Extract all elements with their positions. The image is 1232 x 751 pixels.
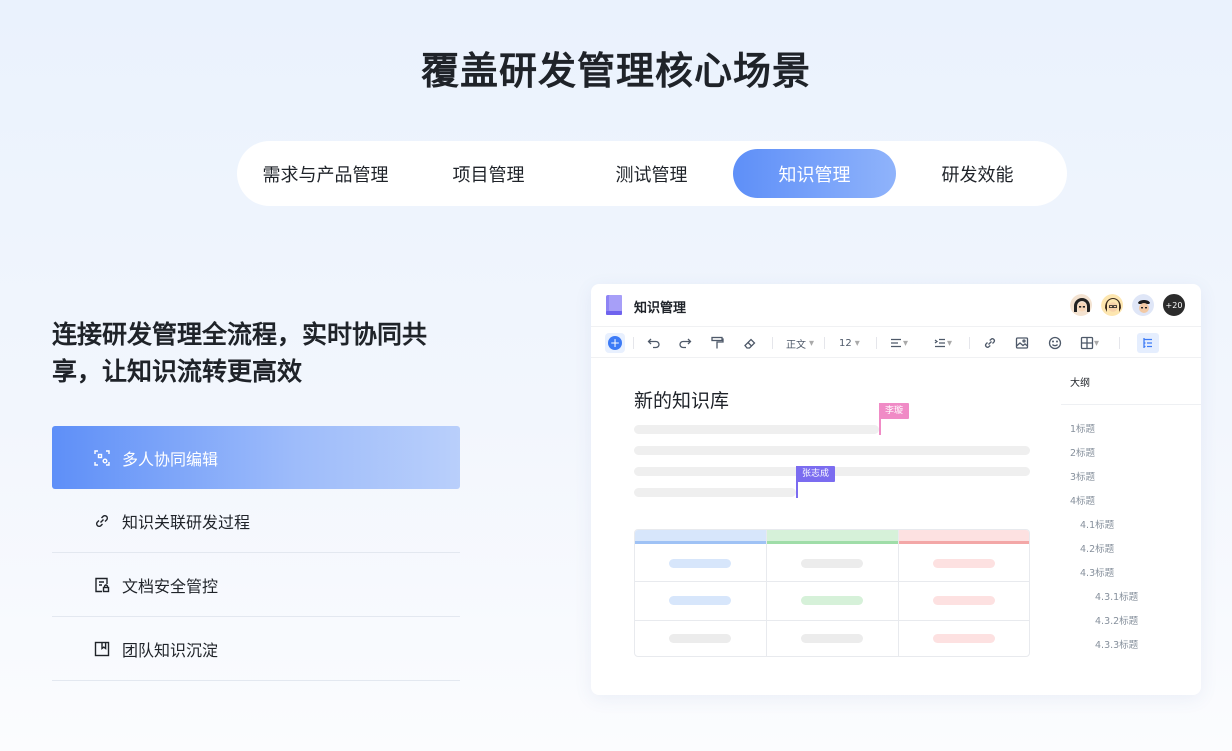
redo-button[interactable] <box>678 333 692 353</box>
indent-icon <box>934 338 945 348</box>
insert-button[interactable]: + <box>605 333 625 353</box>
chevron-down-icon: ▾ <box>809 337 815 349</box>
scene-tabs: 需求与产品管理 项目管理 测试管理 知识管理 研发效能 <box>237 141 1067 206</box>
undo-icon <box>647 338 660 349</box>
chevron-down-icon: ▾ <box>903 337 909 349</box>
feature-list: 多人协同编辑 知识关联研发过程 文档安全管控 团队知识沉淀 <box>52 426 460 681</box>
avatar[interactable] <box>1131 293 1155 317</box>
text-line-placeholder <box>634 446 1030 455</box>
eraser-icon <box>744 338 756 349</box>
chevron-down-icon: ▾ <box>947 337 953 349</box>
image-button[interactable] <box>1015 333 1029 353</box>
outline-panel: 大纲 1标题 2标题 3标题 4标题 4.1标题 4.2标题 4.3标题 4.3… <box>1061 377 1201 651</box>
editor-header: 知识管理 +20 <box>591 284 1201 326</box>
feature-label: 文档安全管控 <box>122 576 219 596</box>
table-cell-placeholder <box>933 596 995 605</box>
avatar[interactable] <box>1069 293 1093 317</box>
collaboration-icon <box>93 449 111 467</box>
table-icon <box>1080 336 1094 350</box>
editor-preview-card: 知识管理 +20 + 正文 ▾ 12 ▾ ▾ ▾ ▾ 新的知识库 李璇 张志成 … <box>591 284 1201 695</box>
feature-collab-edit[interactable]: 多人协同编辑 <box>52 426 460 489</box>
outline-item[interactable]: 4.2标题 <box>1080 541 1114 555</box>
table-select[interactable]: ▾ <box>1080 333 1099 353</box>
table-cell-placeholder <box>801 596 863 605</box>
feature-doc-security[interactable]: 文档安全管控 <box>52 553 460 617</box>
table-cell-placeholder <box>933 559 995 568</box>
table-header-cell <box>635 530 767 544</box>
section-headline: 连接研发管理全流程，实时协同共享，让知识流转更高效 <box>52 320 428 386</box>
tab-projects[interactable]: 项目管理 <box>407 149 570 198</box>
format-painter-icon <box>711 336 724 349</box>
cursor-name-tag: 张志成 <box>796 466 836 482</box>
outline-item[interactable]: 1标题 <box>1070 421 1095 435</box>
outline-icon <box>1143 338 1152 348</box>
align-select[interactable]: ▾ <box>889 333 908 353</box>
feature-label: 团队知识沉淀 <box>122 640 219 660</box>
outline-title: 大纲 <box>1061 377 1201 405</box>
align-icon <box>891 338 901 348</box>
table-cell-placeholder <box>933 634 995 643</box>
table-cell-placeholder <box>669 559 731 568</box>
tab-requirements[interactable]: 需求与产品管理 <box>244 149 407 198</box>
bookmark-icon <box>93 640 111 658</box>
outline-item[interactable]: 4.3标题 <box>1080 565 1114 579</box>
collaborator-avatars: +20 <box>1062 293 1186 317</box>
emoji-icon <box>1048 336 1062 350</box>
outline-item[interactable]: 2标题 <box>1070 445 1095 459</box>
outline-item[interactable]: 3标题 <box>1070 469 1095 483</box>
text-line-placeholder <box>634 425 879 434</box>
knowledge-book-icon <box>606 295 622 315</box>
table-header-cell <box>899 530 1029 544</box>
avatar[interactable] <box>1100 293 1124 317</box>
outline-item[interactable]: 4标题 <box>1070 493 1095 507</box>
feature-label: 多人协同编辑 <box>122 449 219 469</box>
feature-label: 知识关联研发过程 <box>122 512 251 532</box>
table-cell-placeholder <box>669 634 731 643</box>
page-title: 覆盖研发管理核心场景 <box>420 49 811 93</box>
chevron-down-icon: ▾ <box>854 337 860 349</box>
feature-knowledge-link[interactable]: 知识关联研发过程 <box>52 489 460 553</box>
outline-toggle-button[interactable] <box>1137 333 1159 353</box>
chevron-down-icon: ▾ <box>1094 337 1100 349</box>
table-cell-placeholder <box>801 634 863 643</box>
tab-testing[interactable]: 测试管理 <box>570 149 733 198</box>
font-size-select[interactable]: 12 ▾ <box>839 333 860 353</box>
link-icon <box>93 512 111 530</box>
document-table <box>634 529 1030 657</box>
editor-title: 知识管理 <box>634 301 687 316</box>
format-painter-button[interactable] <box>710 333 724 353</box>
link-button[interactable] <box>983 333 997 353</box>
font-size-label: 12 <box>839 337 852 349</box>
indent-select[interactable]: ▾ <box>933 333 952 353</box>
tab-knowledge[interactable]: 知识管理 <box>733 149 896 198</box>
table-cell-placeholder <box>801 559 863 568</box>
avatar-more[interactable]: +20 <box>1162 293 1186 317</box>
table-cell-placeholder <box>669 596 731 605</box>
text-style-label: 正文 <box>786 339 806 351</box>
outline-item[interactable]: 4.3.3标题 <box>1095 637 1138 651</box>
redo-icon <box>679 338 692 349</box>
table-header-cell <box>767 530 899 544</box>
document-title: 新的知识库 <box>634 390 730 412</box>
document-lock-icon <box>93 576 111 594</box>
tab-efficiency[interactable]: 研发效能 <box>896 149 1059 198</box>
undo-button[interactable] <box>647 333 661 353</box>
image-icon <box>1015 337 1029 349</box>
link-icon <box>984 338 996 348</box>
text-style-select[interactable]: 正文 ▾ <box>786 333 814 353</box>
eraser-button[interactable] <box>743 333 757 353</box>
outline-item[interactable]: 4.3.1标题 <box>1095 589 1138 603</box>
outline-item[interactable]: 4.3.2标题 <box>1095 613 1138 627</box>
plus-icon: + <box>608 336 622 350</box>
editor-toolbar: + 正文 ▾ 12 ▾ ▾ ▾ ▾ <box>591 326 1201 358</box>
text-line-placeholder <box>634 488 796 497</box>
outline-item[interactable]: 4.1标题 <box>1080 517 1114 531</box>
feature-team-knowledge[interactable]: 团队知识沉淀 <box>52 617 460 681</box>
emoji-button[interactable] <box>1048 333 1062 353</box>
cursor-name-tag: 李璇 <box>879 403 910 419</box>
